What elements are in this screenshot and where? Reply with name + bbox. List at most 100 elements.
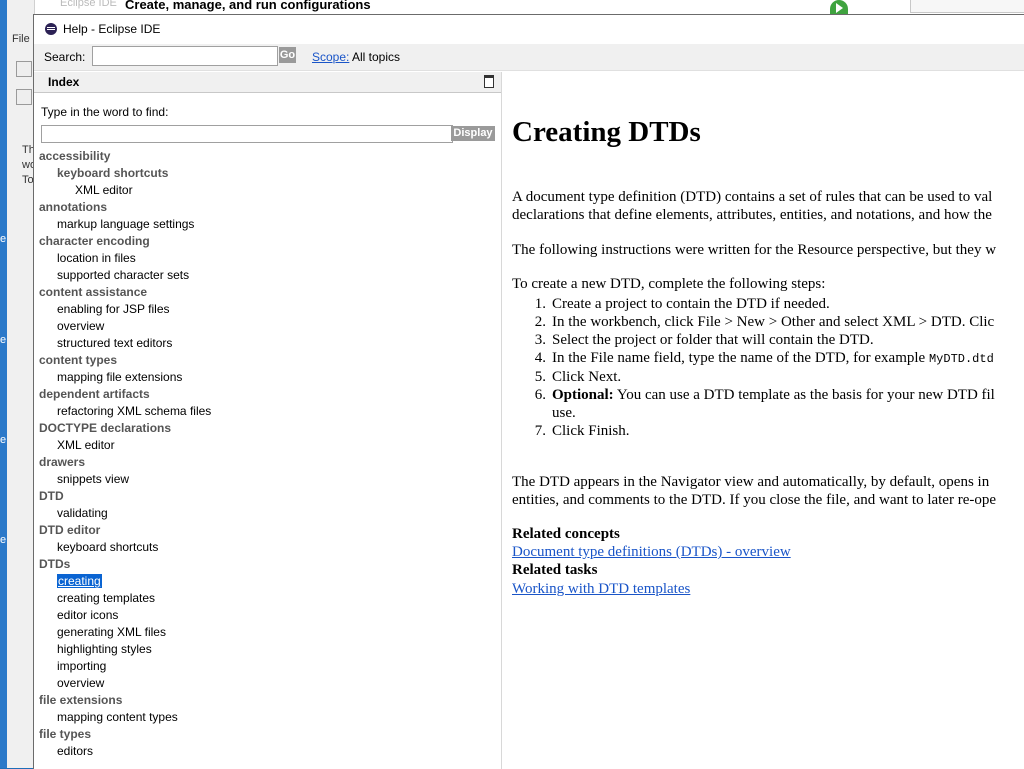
index-entry[interactable]: generating XML files: [39, 624, 499, 641]
index-entry-label: overview: [57, 676, 105, 690]
background-toolbar-icon[interactable]: [16, 61, 32, 77]
index-entry[interactable]: validating: [39, 505, 499, 522]
intro-line-2: declarations that define elements, attri…: [512, 207, 992, 223]
index-entry[interactable]: markup language settings: [39, 216, 499, 233]
index-entry-label: accessibility: [39, 149, 111, 163]
index-entry[interactable]: DTD: [39, 488, 499, 505]
index-entry-label: importing: [57, 659, 107, 673]
index-entry[interactable]: editor icons: [39, 607, 499, 624]
step-item: 3. Select the project or folder that will…: [512, 331, 995, 349]
index-entry[interactable]: snippets view: [39, 471, 499, 488]
go-button[interactable]: Go: [279, 47, 296, 63]
related-concept-link[interactable]: Document type definitions (DTDs) - overv…: [512, 544, 791, 561]
index-entry[interactable]: overview: [39, 675, 499, 692]
index-entry[interactable]: supported character sets: [39, 267, 499, 284]
index-entry[interactable]: accessibility: [39, 148, 499, 165]
background-toolbar-box: [910, 0, 1024, 13]
background-titlebar: Eclipse IDE Create, manage, and run conf…: [0, 0, 1024, 14]
index-entry-label: editors: [57, 744, 94, 758]
index-entry-label: file extensions: [39, 693, 123, 707]
index-entry-label: annotations: [39, 200, 107, 214]
index-entry-label: creating templates: [57, 591, 156, 605]
index-entry[interactable]: XML editor: [39, 182, 499, 199]
help-content: Creating DTDs A document type definition…: [502, 72, 1024, 769]
related-task-link[interactable]: Working with DTD templates: [512, 581, 690, 598]
desktop-text: e: [0, 434, 7, 446]
index-entry[interactable]: creating templates: [39, 590, 499, 607]
background-file-menu[interactable]: File: [12, 33, 30, 45]
index-entry[interactable]: highlighting styles: [39, 641, 499, 658]
step-emphasis: Optional:: [552, 387, 614, 403]
maximize-icon[interactable]: [484, 75, 494, 88]
index-pane: Index Type in the word to find: Display …: [34, 72, 502, 769]
index-entry-label: dependent artifacts: [39, 387, 150, 401]
index-entry[interactable]: annotations: [39, 199, 499, 216]
index-entry[interactable]: importing: [39, 658, 499, 675]
index-entry[interactable]: file extensions: [39, 692, 499, 709]
scope-link[interactable]: Scope:: [312, 50, 349, 64]
index-entry[interactable]: mapping file extensions: [39, 369, 499, 386]
background-perspective-icon[interactable]: [16, 89, 32, 105]
display-button[interactable]: Display: [451, 126, 495, 141]
step-number: 2.: [534, 314, 546, 330]
index-entry-label: snippets view: [57, 472, 130, 486]
step-number: 1.: [534, 296, 546, 312]
intro-line-1: A document type definition (DTD) contain…: [512, 189, 993, 205]
index-entry[interactable]: content types: [39, 352, 499, 369]
index-entry[interactable]: overview: [39, 318, 499, 335]
step-item: 7. Click Finish.: [512, 422, 995, 440]
outro-line-2: entities, and comments to the DTD. If yo…: [512, 492, 997, 508]
desktop-edge: [0, 0, 7, 768]
index-entry-label: DTD: [39, 489, 64, 503]
index-entry[interactable]: XML editor: [39, 437, 499, 454]
index-entry[interactable]: creating: [39, 573, 499, 590]
index-entry[interactable]: keyboard shortcuts: [39, 165, 499, 182]
index-entry[interactable]: dependent artifacts: [39, 386, 499, 403]
step-text: In the File name field, type the name of…: [552, 350, 929, 366]
index-entry[interactable]: character encoding: [39, 233, 499, 250]
help-titlebar[interactable]: Help - Eclipse IDE: [34, 15, 1024, 44]
background-dialog-title: Create, manage, and run configurations: [125, 0, 371, 12]
step-text: In the workbench, click File > New > Oth…: [552, 314, 995, 330]
step-text: Select the project or folder that will c…: [552, 332, 874, 348]
search-bar: Search: Go Scope: All topics: [34, 44, 1024, 71]
desktop-text: e: [0, 534, 7, 546]
index-entry[interactable]: DOCTYPE declarations: [39, 420, 499, 437]
index-entry[interactable]: file types: [39, 726, 499, 743]
index-entry[interactable]: content assistance: [39, 284, 499, 301]
index-find-input[interactable]: [41, 125, 453, 143]
index-entry-label: XML editor: [57, 438, 115, 452]
index-entry[interactable]: enabling for JSP files: [39, 301, 499, 318]
step-number: 5.: [534, 369, 546, 385]
index-entry-label: XML editor: [75, 183, 133, 197]
index-entry-label: editor icons: [57, 608, 119, 622]
related-tasks-title: Related tasks: [512, 562, 598, 578]
search-label: Search:: [44, 50, 86, 64]
index-entry-label: keyboard shortcuts: [57, 166, 169, 180]
index-entry[interactable]: editors: [39, 743, 499, 760]
step-number: 6.: [534, 387, 546, 403]
scope-value: All topics: [352, 50, 401, 64]
index-entry-label: enabling for JSP files: [57, 302, 170, 316]
index-entry[interactable]: drawers: [39, 454, 499, 471]
index-entry[interactable]: keyboard shortcuts: [39, 539, 499, 556]
step-item: 2. In the workbench, click File > New > O…: [512, 313, 995, 331]
outro-line-1: The DTD appears in the Navigator view an…: [512, 474, 990, 490]
run-icon[interactable]: [830, 0, 848, 14]
eclipse-icon: [45, 23, 57, 35]
index-entry[interactable]: mapping content types: [39, 709, 499, 726]
index-entry-label: keyboard shortcuts: [57, 540, 159, 554]
index-entry[interactable]: DTDs: [39, 556, 499, 573]
index-entry-label: structured text editors: [57, 336, 173, 350]
index-entry-label: mapping content types: [57, 710, 178, 724]
index-entry[interactable]: location in files: [39, 250, 499, 267]
index-entry-label: markup language settings: [57, 217, 195, 231]
index-entry[interactable]: structured text editors: [39, 335, 499, 352]
index-entry-label: validating: [57, 506, 108, 520]
search-input[interactable]: [92, 46, 278, 66]
index-entry[interactable]: refactoring XML schema files: [39, 403, 499, 420]
help-window-title: Help - Eclipse IDE: [63, 22, 161, 36]
index-entry-label: file types: [39, 727, 92, 741]
step-text: Click Finish.: [552, 423, 630, 439]
index-entry[interactable]: DTD editor: [39, 522, 499, 539]
